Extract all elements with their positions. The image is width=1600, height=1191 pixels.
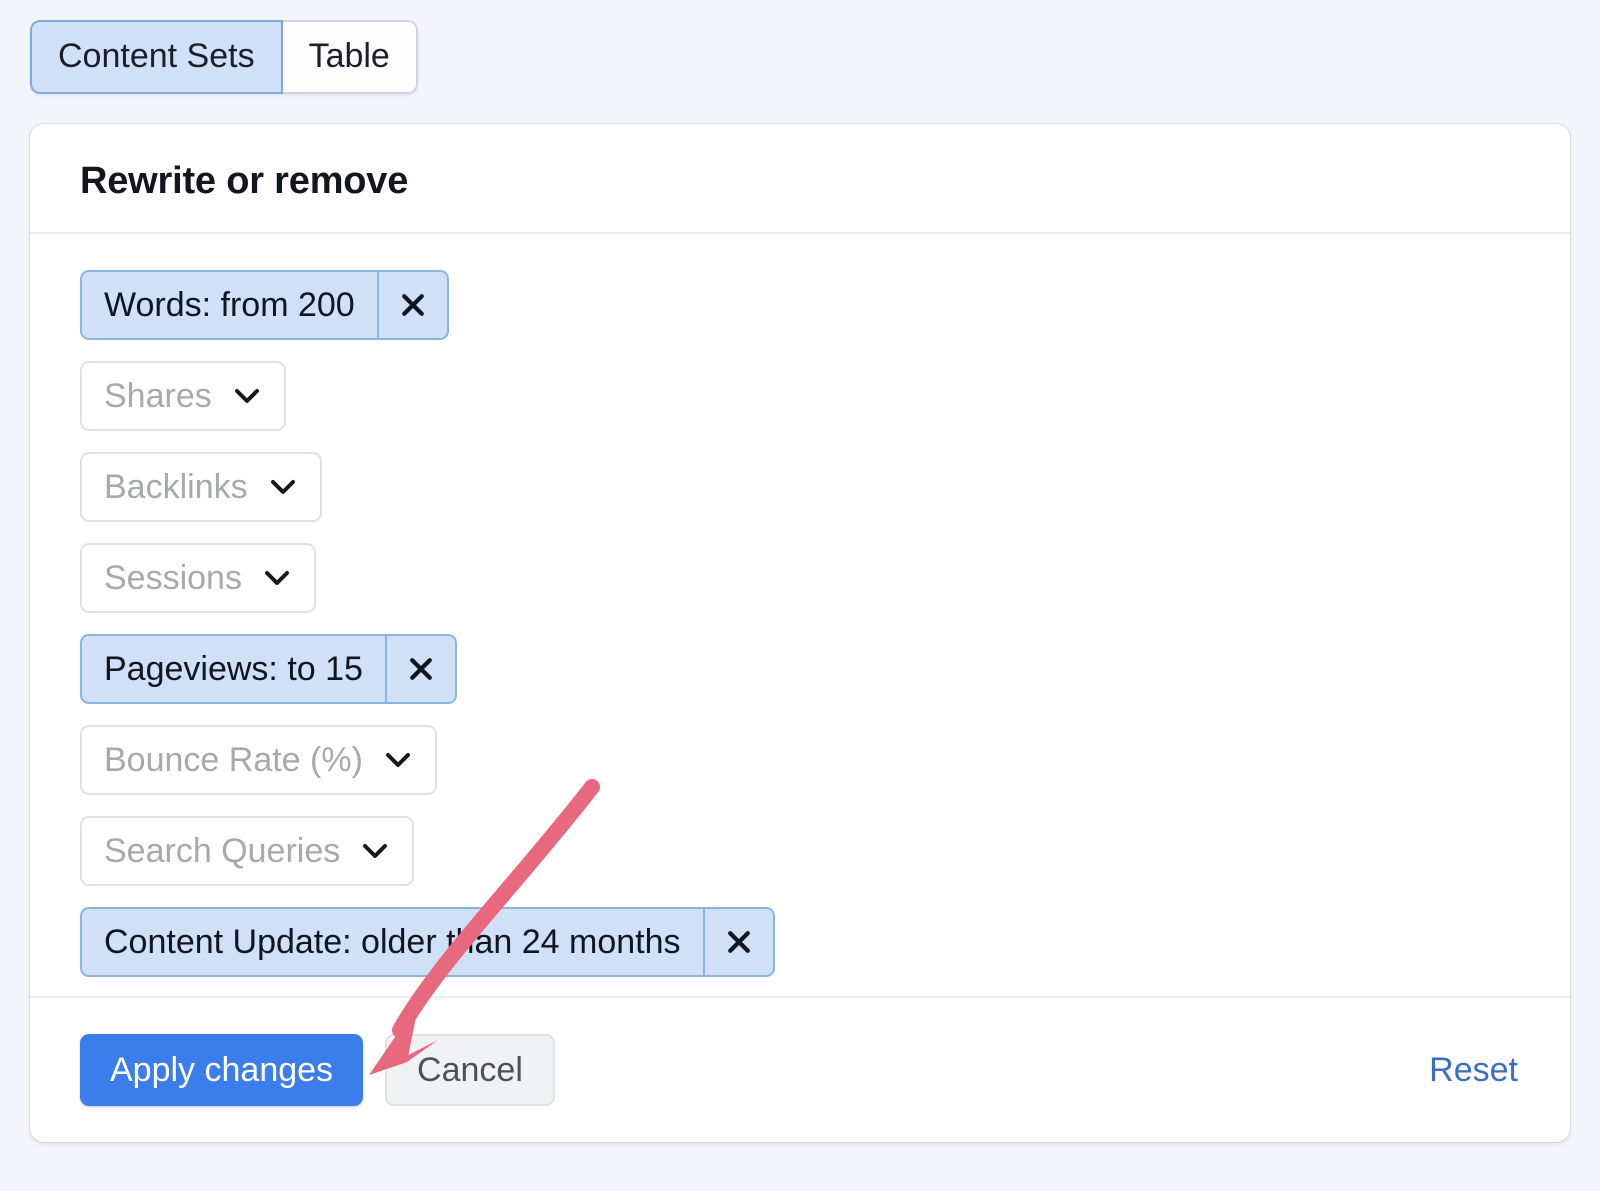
filter-dropdown-sessions[interactable]: Sessions [80, 543, 316, 613]
apply-changes-button[interactable]: Apply changes [80, 1034, 364, 1106]
close-icon[interactable] [702, 909, 773, 975]
filter-dropdown-bounce-rate[interactable]: Bounce Rate (%) [80, 725, 437, 795]
filter-dropdown-backlinks[interactable]: Backlinks [80, 452, 322, 522]
filter-dropdown-shares[interactable]: Shares [80, 361, 286, 431]
filter-row: Pageviews: to 15 [80, 634, 1570, 704]
view-toggle[interactable]: Content Sets Table [30, 20, 418, 94]
filter-chip-content-update[interactable]: Content Update: older than 24 months [80, 907, 775, 977]
rewrite-or-remove-panel: Rewrite or remove Words: from 200 Shares [30, 124, 1570, 1142]
filter-row: Content Update: older than 24 months [80, 907, 1570, 977]
filter-row: Bounce Rate (%) [80, 725, 1570, 795]
chevron-down-icon [383, 750, 413, 770]
tab-table-label: Table [308, 37, 390, 75]
filter-dropdown-search-queries[interactable]: Search Queries [80, 816, 415, 886]
filter-chip-words[interactable]: Words: from 200 [80, 270, 449, 340]
chevron-down-icon [268, 477, 298, 497]
close-icon[interactable] [384, 636, 455, 702]
filter-dropdown-label: Shares [104, 376, 212, 415]
filter-row: Backlinks [80, 452, 1570, 522]
reset-link[interactable]: Reset [1429, 1051, 1518, 1090]
chevron-down-icon [262, 568, 292, 588]
filter-chip-pageviews[interactable]: Pageviews: to 15 [80, 634, 457, 704]
page-title: Rewrite or remove [80, 160, 409, 202]
chevron-down-icon [232, 386, 262, 406]
filter-dropdown-label: Backlinks [104, 467, 248, 506]
panel-header: Rewrite or remove [30, 124, 1570, 234]
filter-dropdown-label: Bounce Rate (%) [104, 740, 363, 779]
tab-content-sets[interactable]: Content Sets [30, 20, 283, 94]
filter-list: Words: from 200 Shares Backlinks Session… [30, 234, 1570, 996]
filter-chip-label: Pageviews: to 15 [104, 649, 363, 688]
close-icon[interactable] [376, 272, 447, 338]
filter-row: Sessions [80, 543, 1570, 613]
filter-dropdown-label: Sessions [104, 558, 242, 597]
cancel-button[interactable]: Cancel [385, 1034, 555, 1106]
filter-row: Words: from 200 [80, 270, 1570, 340]
tab-content-sets-label: Content Sets [58, 37, 255, 75]
panel-footer: Apply changes Cancel Reset [30, 996, 1570, 1142]
filter-chip-label: Words: from 200 [104, 285, 355, 324]
filter-row: Shares [80, 361, 1570, 431]
tab-table[interactable]: Table [282, 20, 418, 94]
chevron-down-icon [360, 841, 390, 861]
filter-dropdown-label: Search Queries [104, 831, 341, 870]
filter-row: Search Queries [80, 816, 1570, 886]
filter-chip-label: Content Update: older than 24 months [104, 922, 681, 961]
